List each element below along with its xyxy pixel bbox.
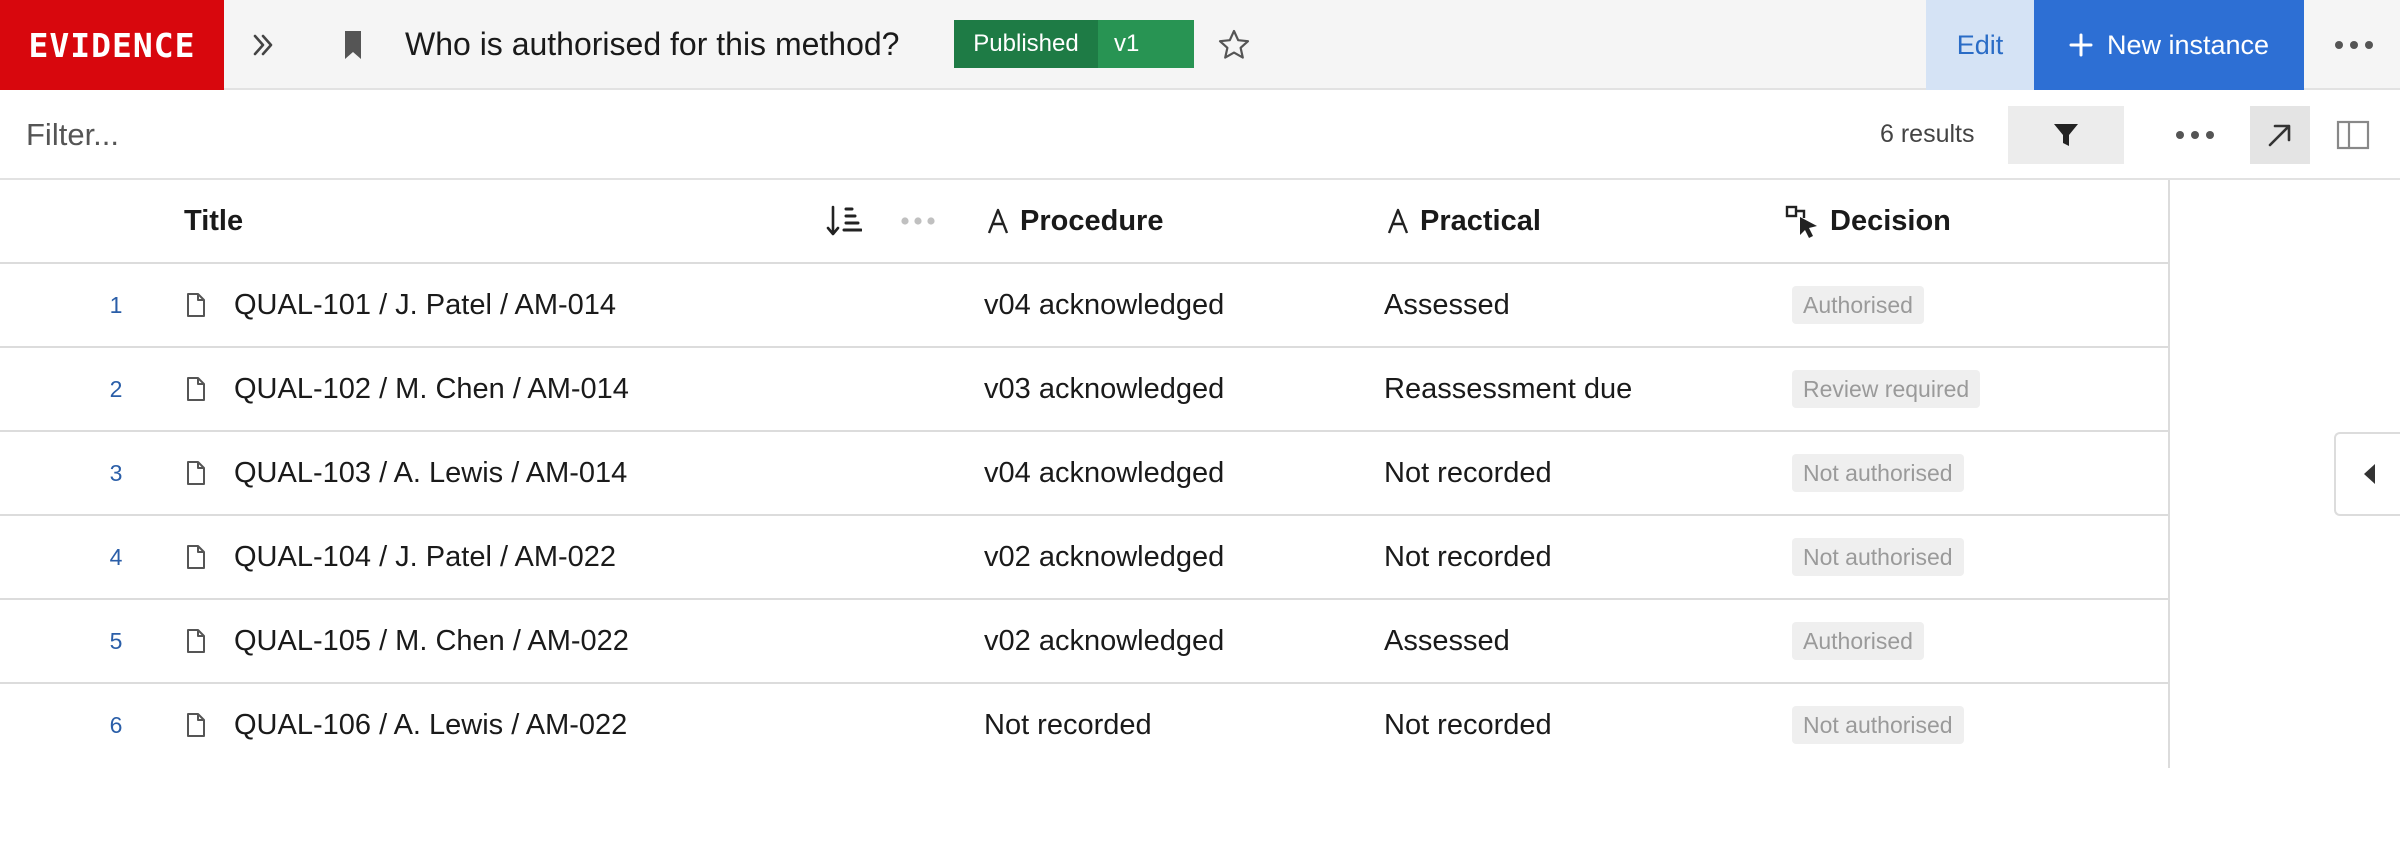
decision-cell: Not authorised bbox=[1792, 516, 1964, 598]
decision-cell: Not authorised bbox=[1792, 432, 1964, 514]
double-chevron-right-icon[interactable] bbox=[240, 25, 286, 65]
procedure-value: v04 acknowledged bbox=[984, 289, 1225, 321]
practical-value: Reassessment due bbox=[1384, 373, 1633, 405]
practical-value: Not recorded bbox=[1384, 457, 1552, 489]
row-title[interactable]: QUAL-102 / M. Chen / AM-014 bbox=[234, 348, 629, 430]
table-row[interactable]: 4 QUAL-104 / J. Patel / AM-022 v02 acknowl… bbox=[0, 516, 2168, 600]
table-row[interactable]: 1 QUAL-101 / J. Patel / AM-014 v04 acknowl… bbox=[0, 264, 2168, 348]
procedure-value: v02 acknowledged bbox=[984, 541, 1225, 573]
brand-logo[interactable]: EVIDENCE bbox=[0, 0, 224, 90]
practical-value: Assessed bbox=[1384, 625, 1510, 657]
table-header: Title Procedure Practical Decision bbox=[0, 180, 2168, 264]
document-icon bbox=[186, 348, 206, 430]
arrow-up-right-icon bbox=[2265, 120, 2295, 150]
row-number: 4 bbox=[109, 544, 123, 570]
filter-button[interactable] bbox=[2008, 106, 2124, 164]
filter-bar: 6 results bbox=[0, 90, 2400, 180]
decision-cursor-icon bbox=[1784, 204, 1820, 238]
status-badge: Published bbox=[954, 20, 1098, 68]
decision-cell: Not authorised bbox=[1792, 684, 1964, 766]
table-row[interactable]: 6 QUAL-106 / A. Lewis / AM-022 Not recorde… bbox=[0, 684, 2168, 768]
more-horizontal-icon[interactable] bbox=[2170, 106, 2220, 164]
table-body: 1 QUAL-101 / J. Patel / AM-014 v04 acknowl… bbox=[0, 264, 2168, 768]
procedure-value: v02 acknowledged bbox=[984, 625, 1225, 657]
sort-descending-icon[interactable] bbox=[826, 180, 862, 262]
decision-cell: Review required bbox=[1792, 348, 1981, 430]
decision-tag: Authorised bbox=[1792, 286, 1924, 324]
practical-value: Not recorded bbox=[1384, 541, 1552, 573]
results-count: 6 results bbox=[1880, 120, 1975, 148]
column-header-title[interactable]: Title bbox=[184, 180, 243, 262]
column-menu-icon[interactable] bbox=[900, 180, 936, 262]
collapse-panel-tab[interactable] bbox=[2334, 432, 2400, 516]
table-row[interactable]: 3 QUAL-103 / A. Lewis / AM-014 v04 acknowl… bbox=[0, 432, 2168, 516]
star-icon[interactable] bbox=[1212, 24, 1256, 66]
row-title[interactable]: QUAL-106 / A. Lewis / AM-022 bbox=[234, 684, 627, 766]
table-row[interactable]: 2 QUAL-102 / M. Chen / AM-014 v03 acknowle… bbox=[0, 348, 2168, 432]
decision-tag: Not authorised bbox=[1792, 454, 1964, 492]
text-type-icon bbox=[1386, 207, 1410, 235]
procedure-value: Not recorded bbox=[984, 709, 1152, 741]
procedure-value: v04 acknowledged bbox=[984, 457, 1225, 489]
document-icon bbox=[186, 600, 206, 682]
document-icon bbox=[186, 684, 206, 766]
text-type-icon bbox=[986, 207, 1010, 235]
document-icon bbox=[186, 516, 206, 598]
table-row[interactable]: 5 QUAL-105 / M. Chen / AM-022 v02 acknowle… bbox=[0, 600, 2168, 684]
funnel-icon bbox=[2052, 121, 2080, 149]
more-horizontal-icon[interactable] bbox=[2324, 25, 2384, 65]
version-badge[interactable]: v1 bbox=[1098, 20, 1194, 68]
document-icon bbox=[186, 432, 206, 514]
row-number: 5 bbox=[109, 628, 123, 654]
practical-value: Assessed bbox=[1384, 289, 1510, 321]
row-title[interactable]: QUAL-104 / J. Patel / AM-022 bbox=[234, 516, 616, 598]
decision-tag: Not authorised bbox=[1792, 538, 1964, 576]
filter-input[interactable] bbox=[24, 112, 928, 158]
row-title[interactable]: QUAL-105 / M. Chen / AM-022 bbox=[234, 600, 629, 682]
open-button[interactable] bbox=[2250, 106, 2310, 164]
decision-cell: Authorised bbox=[1792, 600, 1924, 682]
column-header-procedure[interactable]: Procedure bbox=[986, 180, 1163, 262]
edit-button[interactable]: Edit bbox=[1926, 0, 2034, 90]
records-table: Title Procedure Practical Decision 1 QUA… bbox=[0, 180, 2170, 768]
new-instance-label: New instance bbox=[2106, 30, 2270, 60]
procedure-value: v03 acknowledged bbox=[984, 373, 1225, 405]
decision-tag: Review required bbox=[1792, 370, 1981, 408]
row-title[interactable]: QUAL-103 / A. Lewis / AM-014 bbox=[234, 432, 627, 514]
row-number: 3 bbox=[109, 460, 123, 486]
row-number: 6 bbox=[109, 712, 123, 738]
row-number: 2 bbox=[109, 376, 123, 402]
column-header-decision[interactable]: Decision bbox=[1784, 180, 1951, 262]
plus-icon bbox=[2069, 33, 2093, 57]
side-panel-icon[interactable] bbox=[2330, 106, 2376, 164]
decision-tag: Authorised bbox=[1792, 622, 1924, 660]
decision-cell: Authorised bbox=[1792, 264, 1924, 346]
bookmark-icon[interactable] bbox=[336, 26, 370, 64]
top-header: EVIDENCE Who is authorised for this meth… bbox=[0, 0, 2400, 90]
row-title[interactable]: QUAL-101 / J. Patel / AM-014 bbox=[234, 264, 616, 346]
row-number: 1 bbox=[109, 292, 123, 318]
practical-value: Not recorded bbox=[1384, 709, 1552, 741]
caret-left-icon bbox=[2363, 463, 2377, 485]
document-icon bbox=[186, 264, 206, 346]
new-instance-button[interactable]: New instance bbox=[2034, 0, 2304, 90]
column-header-practical[interactable]: Practical bbox=[1386, 180, 1541, 262]
page-title: Who is authorised for this method? bbox=[405, 26, 900, 62]
decision-tag: Not authorised bbox=[1792, 706, 1964, 744]
